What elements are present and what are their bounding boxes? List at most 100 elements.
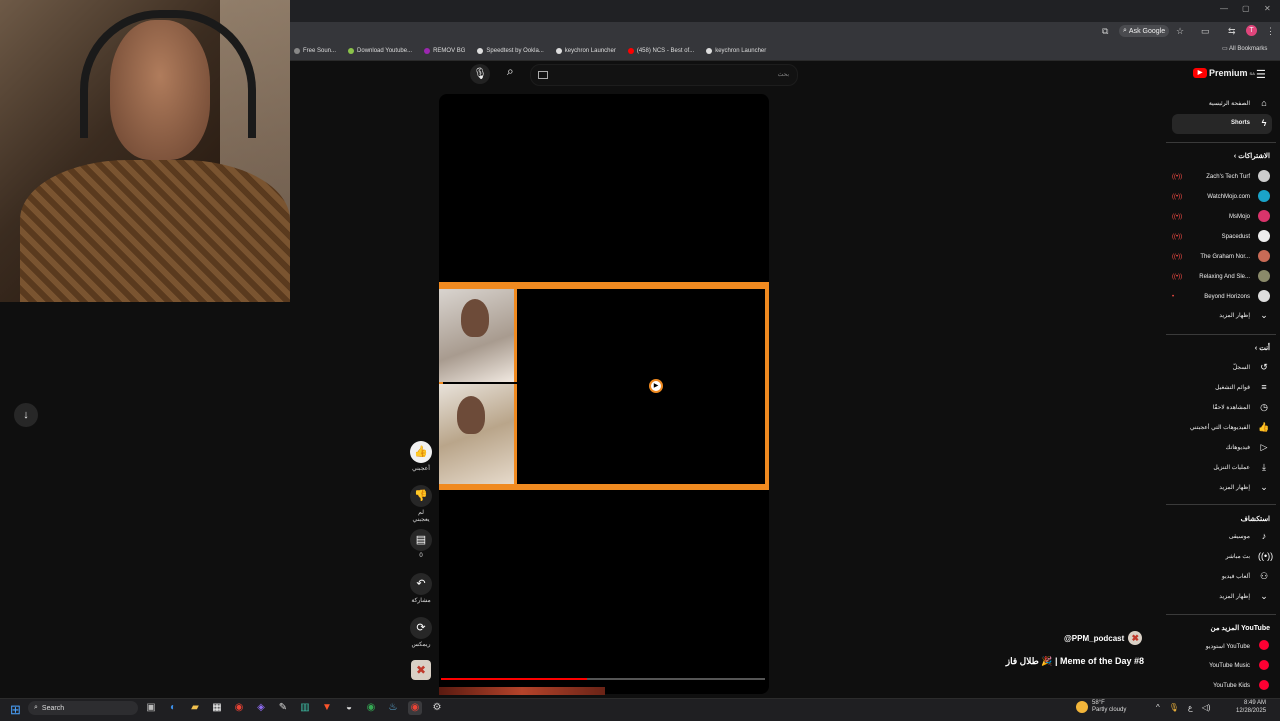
bookmark-item[interactable]: Download Youtube... — [348, 48, 412, 54]
bookmark-item[interactable]: Free Soun... — [294, 48, 336, 54]
brave-icon[interactable]: ▼ — [320, 701, 334, 715]
play-icon[interactable]: ▶ — [649, 379, 663, 393]
sidebar-item-more[interactable]: YouTube Kids — [1170, 680, 1270, 692]
dislike-button[interactable]: 👎 لم يعجبني — [409, 485, 433, 523]
sidebar-item-you[interactable]: المشاهدة لاحقًا ◷ — [1170, 402, 1270, 413]
all-bookmarks-button[interactable]: ▭ All Bookmarks — [1222, 45, 1267, 52]
menu-kebab-icon[interactable]: ⋮ — [1266, 26, 1275, 37]
bookmark-item[interactable]: Speedtest by Ookla... — [477, 48, 544, 54]
system-tray: ^ 🎙 ع ◁) — [1156, 703, 1211, 712]
clock[interactable]: 8:49 AM 12/28/2025 — [1236, 699, 1266, 715]
maximize-icon[interactable]: ▢ — [1242, 4, 1250, 13]
bookmark-item[interactable]: keychron Launcher — [706, 48, 766, 54]
sidebar-item-channel[interactable]: ((•)) Zach's Tech Turf — [1170, 170, 1270, 184]
profile-initial: T — [1249, 27, 1254, 34]
sidebar-item-label: MsMojo — [1228, 214, 1250, 220]
comment-icon: ▤ — [410, 529, 432, 551]
youtube-logo[interactable]: ▶ Premium SA — [1193, 68, 1255, 78]
channel-avatar — [1258, 250, 1270, 264]
sidebar-item-channel[interactable]: ((•)) MsMojo — [1170, 210, 1270, 224]
windows-start-icon[interactable]: ⊞ — [10, 702, 21, 718]
file-explorer-icon[interactable]: ▰ — [188, 701, 202, 715]
comments-button[interactable]: ▤ 0 — [409, 529, 433, 559]
youtube-play-icon: ▶ — [1193, 68, 1207, 78]
sidebar-item-you[interactable]: عمليات التنزيل ⤓ — [1170, 462, 1270, 473]
task-view-icon[interactable]: ▣ — [144, 701, 158, 715]
tab-search-icon[interactable]: ▭ — [1201, 26, 1210, 37]
sidebar-item-explore[interactable]: ألعاب فيديو ⚇ — [1170, 571, 1270, 582]
bookmark-item[interactable]: REMOV BG — [424, 48, 465, 54]
microphone-icon[interactable]: 🎙 — [1169, 703, 1179, 712]
profile-avatar[interactable]: T — [1246, 25, 1257, 36]
sidebar-item-channel[interactable]: • Beyond Horizons — [1170, 290, 1270, 304]
sidebar-item-channel[interactable]: ((•)) Relaxing And Sle... — [1170, 270, 1270, 284]
sidebar-item-label: Beyond Horizons — [1204, 294, 1250, 300]
channel-avatar-small[interactable]: ✖ — [411, 660, 431, 680]
live-indicator-icon: ((•)) — [1172, 234, 1183, 240]
edge-icon[interactable]: ◐ — [166, 701, 180, 715]
hamburger-menu-icon[interactable]: ☰ — [1256, 68, 1266, 81]
microphone-icon[interactable]: 🎙 — [470, 64, 490, 84]
app-icon[interactable]: ◒ — [342, 701, 356, 715]
minimize-icon[interactable]: — — [1220, 4, 1228, 13]
sidebar-item-channel[interactable]: ((•)) The Graham Nor... — [1170, 250, 1270, 264]
channel-avatar — [1258, 230, 1270, 244]
remix-button[interactable]: ⟳ ريمكس — [409, 617, 433, 648]
store-icon[interactable]: ▦ — [210, 701, 224, 715]
chrome-icon[interactable]: ◉ — [364, 701, 378, 715]
app-icon[interactable]: ▥ — [298, 701, 312, 715]
sidebar-item-explore[interactable]: بث مباشر ((•)) — [1170, 551, 1274, 561]
divider — [1166, 614, 1276, 615]
sidebar-item-more[interactable]: استوديو YouTube — [1170, 640, 1270, 652]
ask-google-button[interactable]: ⌕ Ask Google — [1119, 25, 1170, 37]
app-icon[interactable]: ✎ — [276, 701, 290, 715]
sidebar-item-label: إظهار المزيد — [1219, 313, 1250, 319]
sidebar-item-home[interactable]: الصفحة الرئيسية ⌂ — [1170, 98, 1270, 108]
share-button[interactable]: ↶ مشاركة — [409, 573, 433, 604]
sidebar-item-more[interactable]: YouTube Music — [1170, 660, 1270, 672]
sidebar-item-you[interactable]: فيديوهاتك ▷ — [1170, 442, 1270, 453]
search-icon[interactable]: ⌕ — [507, 64, 514, 79]
sidebar-item-you[interactable]: السجلّ ↺ — [1170, 362, 1270, 373]
volume-icon[interactable]: ◁) — [1202, 703, 1211, 712]
chevron-up-icon[interactable]: ^ — [1156, 703, 1160, 712]
thumbs-down-icon: 👎 — [410, 485, 432, 507]
next-short-preview[interactable] — [439, 687, 605, 695]
sidebar-item-shorts[interactable]: Shorts ϟ — [1170, 118, 1270, 128]
sidebar-item-label: WatchMojo.com — [1207, 194, 1250, 200]
sidebar-item-you[interactable]: إظهار المزيد ⌄ — [1170, 482, 1270, 493]
sidebar-item-you[interactable]: قوائم التشغيل ≡ — [1170, 382, 1270, 392]
subscriptions-heading[interactable]: ‹ الاشتراكات — [1234, 152, 1270, 160]
like-button[interactable]: 👍 أعجبني — [409, 441, 433, 472]
sidebar-item-channel[interactable]: ((•)) Spacedust — [1170, 230, 1270, 244]
sidebar-item-label: قوائم التشغيل — [1215, 384, 1250, 391]
install-icon[interactable]: ⧉ — [1102, 26, 1108, 37]
input-language[interactable]: ع — [1188, 703, 1193, 712]
search-input[interactable]: بحث — [530, 64, 798, 86]
extensions-icon[interactable]: ⇆ — [1228, 26, 1236, 37]
taskbar-search[interactable]: ⌕ Search — [28, 701, 138, 715]
weather-widget[interactable]: 58°F Partly cloudy — [1076, 700, 1126, 714]
app-icon[interactable]: ◈ — [254, 701, 268, 715]
settings-icon[interactable]: ⚙ — [430, 701, 444, 715]
chrome-icon[interactable]: ◉ — [232, 701, 246, 715]
sidebar-item-you[interactable]: الفيديوهات التي أعجبتني 👍 — [1170, 422, 1270, 433]
bookmark-item[interactable]: keychron Launcher — [555, 48, 616, 54]
sidebar-item-channel[interactable]: ((•)) WatchMojo.com — [1170, 190, 1270, 204]
bookmark-star-icon[interactable]: ☆ — [1176, 26, 1184, 37]
video-person — [461, 299, 489, 337]
close-icon[interactable]: ✕ — [1264, 4, 1271, 13]
sidebar-item-explore[interactable]: إظهار المزيد ⌄ — [1170, 591, 1270, 602]
chevron-down-icon: ⌄ — [1260, 591, 1268, 601]
keyboard-icon[interactable] — [538, 71, 548, 79]
steam-icon[interactable]: ♨ — [386, 701, 400, 715]
home-icon: ⌂ — [1261, 98, 1267, 108]
arrow-down-icon[interactable]: ↓ — [14, 403, 38, 427]
sidebar-item-show-more[interactable]: إظهار المزيد ⌄ — [1170, 310, 1270, 321]
chrome-active-icon[interactable]: ◉ — [408, 701, 422, 715]
sidebar-item-label: Spacedust — [1221, 234, 1250, 240]
channel-link[interactable]: @PPM_podcast ✖ — [1064, 631, 1143, 645]
bookmark-item[interactable]: (458) NCS - Best of... — [627, 48, 694, 54]
sidebar-item-explore[interactable]: موسيقى ♪ — [1170, 531, 1270, 541]
you-heading[interactable]: ‹ أنت — [1255, 344, 1270, 352]
